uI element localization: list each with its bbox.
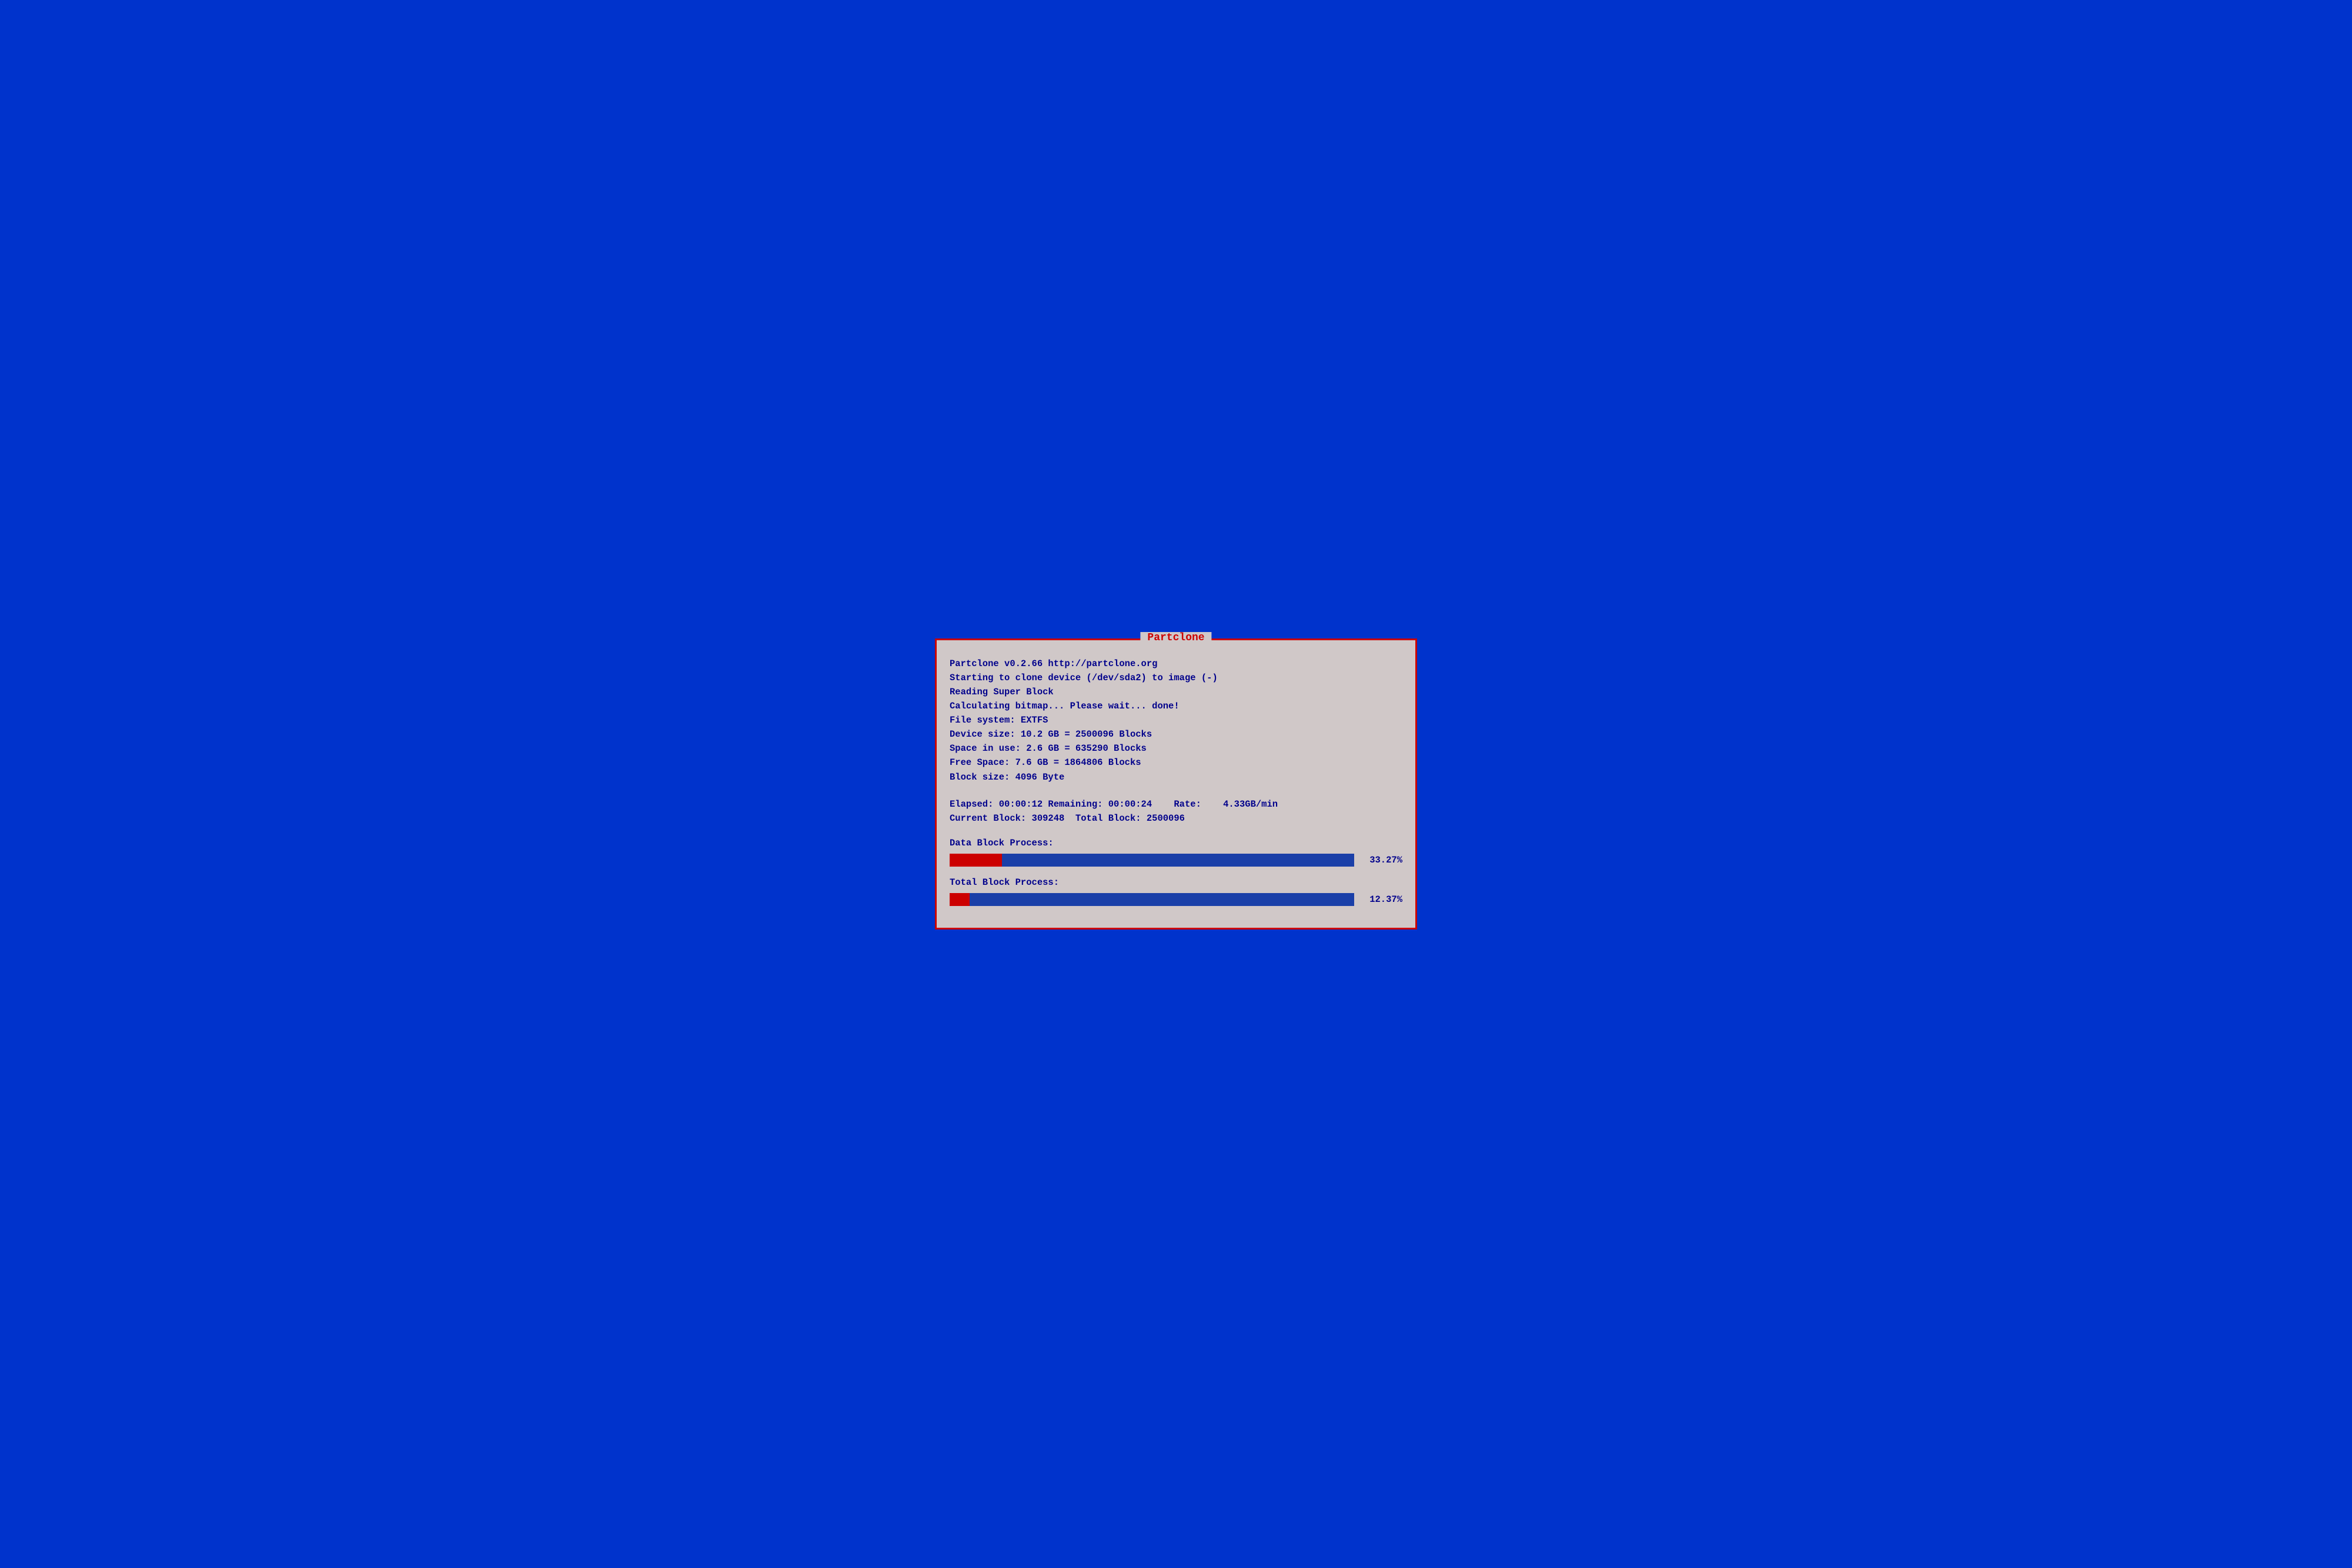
info-line-7: Space in use: 2.6 GB = 635290 Blocks <box>950 741 1402 755</box>
total-block-label: Total Block Process: <box>950 875 1402 890</box>
info-line-9: Block size: 4096 Byte <box>950 770 1402 784</box>
total-block-percent: 12.37% <box>1361 892 1402 907</box>
terminal-window: Partclone Partclone v0.2.66 http://partc… <box>935 638 1417 929</box>
window-title: Partclone <box>1140 632 1211 644</box>
data-block-blue-fill <box>1002 854 1354 867</box>
total-block-blue-fill <box>970 893 1354 906</box>
stats-row-2: Current Block: 309248 Total Block: 25000… <box>950 811 1402 825</box>
info-line-2: Starting to clone device (/dev/sda2) to … <box>950 671 1402 685</box>
total-block-red-fill <box>950 893 970 906</box>
info-line-1: Partclone v0.2.66 http://partclone.org <box>950 657 1402 671</box>
data-block-label: Data Block Process: <box>950 836 1402 850</box>
data-block-bar-track <box>950 854 1354 867</box>
stats-elapsed: Elapsed: 00:00:12 Remaining: 00:00:24 Ra… <box>950 799 1278 810</box>
stats-block: Current Block: 309248 Total Block: 25000… <box>950 813 1185 824</box>
info-line-3: Reading Super Block <box>950 685 1402 699</box>
info-line-6: Device size: 10.2 GB = 2500096 Blocks <box>950 727 1402 741</box>
total-block-section: Total Block Process: 12.37% <box>950 875 1402 907</box>
info-line-4: Calculating bitmap... Please wait... don… <box>950 699 1402 713</box>
data-block-red-fill <box>950 854 1002 867</box>
data-block-percent: 33.27% <box>1361 853 1402 867</box>
data-block-section: Data Block Process: 33.27% <box>950 836 1402 867</box>
info-line-5: File system: EXTFS <box>950 713 1402 727</box>
total-block-bar-track <box>950 893 1354 906</box>
stats-row-1: Elapsed: 00:00:12 Remaining: 00:00:24 Ra… <box>950 797 1402 811</box>
terminal-body: Partclone v0.2.66 http://partclone.org S… <box>937 640 1415 927</box>
total-block-bar-container: 12.37% <box>950 892 1402 907</box>
data-block-bar-container: 33.27% <box>950 853 1402 867</box>
info-line-8: Free Space: 7.6 GB = 1864806 Blocks <box>950 755 1402 770</box>
